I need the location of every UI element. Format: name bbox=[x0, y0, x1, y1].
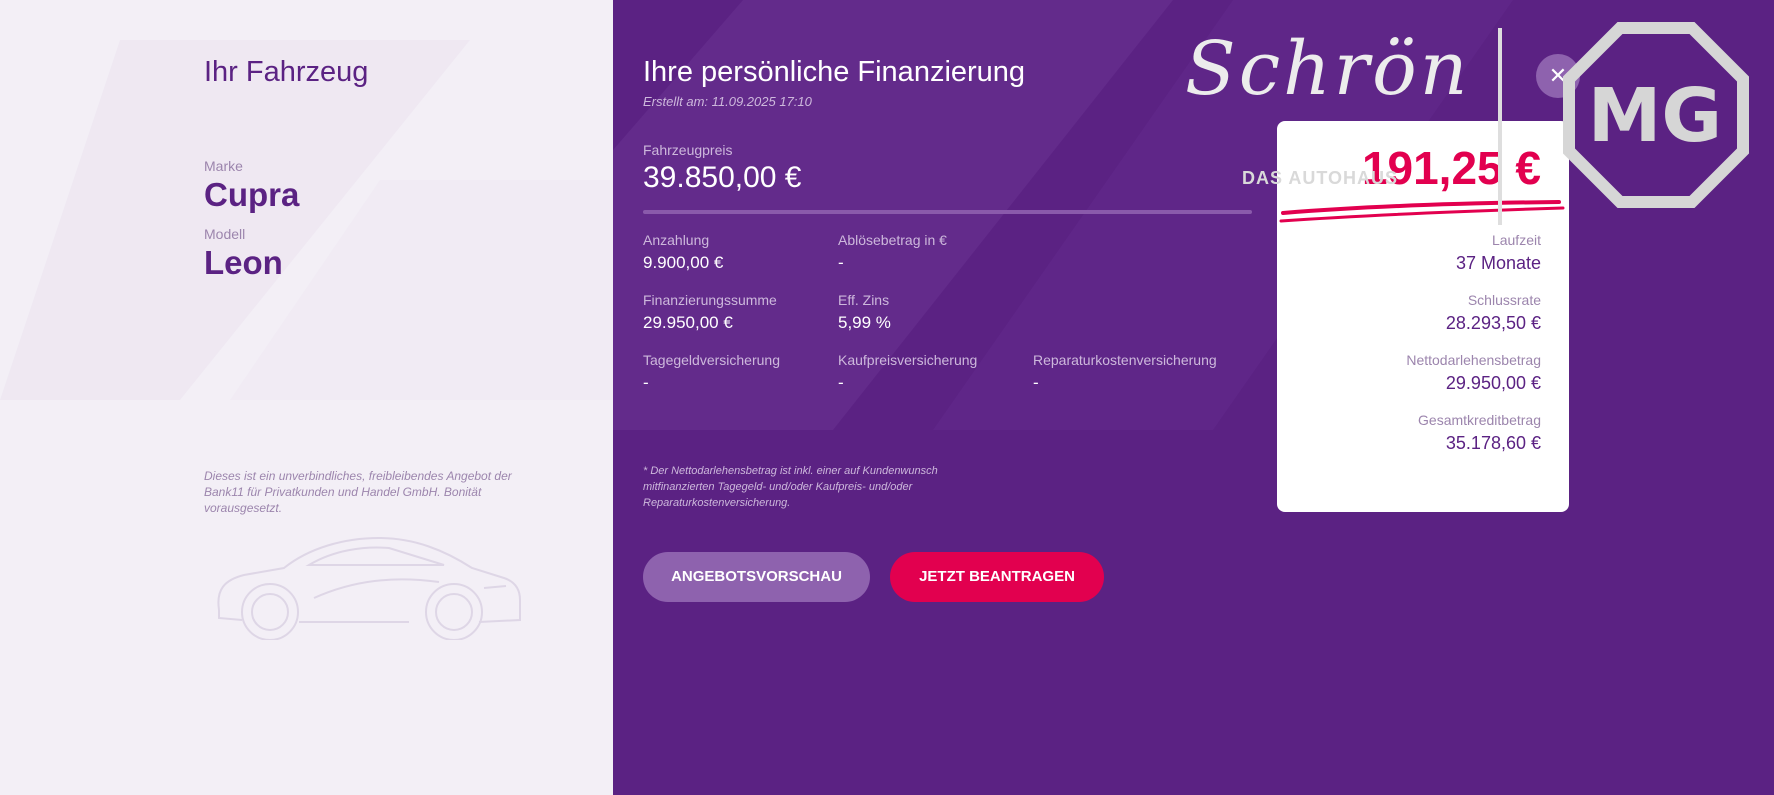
net-loan-amount-value: 29.950,00 € bbox=[1445, 373, 1541, 393]
daily-allowance-insurance-value: - bbox=[643, 373, 649, 392]
brand-label: Marke bbox=[204, 158, 243, 174]
total-credit-amount-label: Gesamtkreditbetrag bbox=[1418, 412, 1541, 428]
interest-rate-label: Eff. Zins bbox=[838, 292, 890, 308]
payoff-amount-value: - bbox=[838, 253, 844, 272]
offer-preview-button[interactable]: ANGEBOTSVORSCHAU bbox=[643, 552, 870, 602]
model-label: Modell bbox=[204, 226, 246, 242]
total-credit-amount-value: 35.178,60 € bbox=[1445, 433, 1541, 453]
vehicle-panel: Ihr Fahrzeug Marke Cupra Modell Leon Die… bbox=[0, 0, 613, 795]
purchase-price-insurance-value: - bbox=[838, 373, 844, 392]
apply-now-button[interactable]: JETZT BEANTRAGEN bbox=[890, 552, 1104, 602]
interest-rate-value: 5,99 % bbox=[838, 313, 891, 332]
term-value: 37 Monate bbox=[1455, 253, 1541, 273]
loan-footnote: * Der Nettodarlehensbetrag ist inkl. ein… bbox=[643, 465, 938, 509]
created-date: Erstellt am: 11.09.2025 17:10 bbox=[643, 94, 812, 109]
background-stripes bbox=[613, 0, 1513, 430]
down-payment-value: 9.900,00 € bbox=[643, 253, 724, 272]
offer-disclaimer: Dieses ist ein unverbindliches, freiblei… bbox=[204, 469, 512, 515]
final-installment-label: Schlussrate bbox=[1467, 292, 1541, 308]
model-value: Leon bbox=[204, 244, 283, 281]
financing-sum-label: Finanzierungssumme bbox=[643, 292, 777, 308]
financing-heading: Ihre persönliche Finanzierung bbox=[643, 56, 1026, 88]
brand-value: Cupra bbox=[204, 176, 300, 213]
repair-cost-insurance-value: - bbox=[1033, 373, 1039, 392]
rate-underline bbox=[1279, 200, 1565, 223]
payoff-amount-label: Ablösebetrag in € bbox=[838, 232, 947, 248]
monthly-rate-value: 191,25 € bbox=[1361, 142, 1541, 194]
purchase-price-insurance-label: Kaufpreisversicherung bbox=[838, 352, 978, 368]
repair-cost-insurance-label: Reparaturkostenversicherung bbox=[1033, 352, 1217, 368]
close-icon: ✕ bbox=[1548, 63, 1568, 88]
down-payment-label: Anzahlung bbox=[643, 232, 710, 248]
financing-panel bbox=[613, 0, 1774, 795]
term-label: Laufzeit bbox=[1491, 232, 1541, 248]
daily-allowance-insurance-label: Tagegeldversicherung bbox=[643, 352, 780, 368]
car-illustration bbox=[217, 536, 521, 640]
final-installment-value: 28.293,50 € bbox=[1445, 313, 1541, 333]
vehicle-price-value: 39.850,00 € bbox=[643, 161, 802, 194]
rate-summary-card: 191,25 € Laufzeit 37 Monate Schlussrate … bbox=[1277, 121, 1569, 512]
vehicle-heading: Ihr Fahrzeug bbox=[204, 56, 369, 88]
vehicle-price-label: Fahrzeugpreis bbox=[643, 142, 733, 158]
net-loan-amount-label: Nettodarlehensbetrag bbox=[1406, 352, 1541, 368]
financing-sum-value: 29.950,00 € bbox=[643, 313, 733, 332]
price-divider bbox=[643, 210, 1252, 214]
close-button[interactable]: ✕ bbox=[1536, 54, 1580, 98]
background-stripes bbox=[0, 40, 613, 400]
